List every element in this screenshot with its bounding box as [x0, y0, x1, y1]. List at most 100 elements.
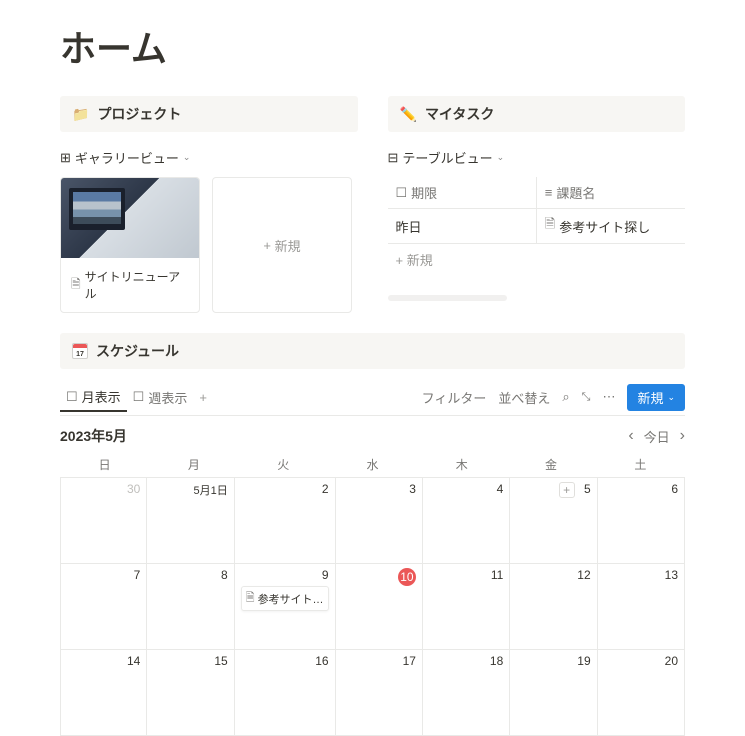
calendar-date: 7	[67, 568, 140, 582]
calendar-cell[interactable]: 7	[60, 564, 147, 650]
col-deadline[interactable]: 期限	[388, 177, 536, 208]
search-icon[interactable]	[562, 389, 569, 405]
weekday-label: 月	[149, 452, 238, 477]
tab-add[interactable]	[193, 386, 213, 409]
calendar-date: 10	[342, 568, 416, 586]
expand-icon[interactable]	[582, 391, 591, 404]
calendar-cell[interactable]: 18	[423, 650, 510, 736]
table-header-row: 期限 課題名	[388, 177, 686, 209]
scroll-indicator	[388, 295, 507, 301]
calendar-date: 14	[67, 654, 140, 668]
calendar-icon	[133, 389, 145, 405]
project-card[interactable]: サイトリニューアル	[60, 177, 200, 313]
table-icon	[388, 150, 399, 166]
calendar-cell[interactable]: 11	[423, 564, 510, 650]
folder-icon	[72, 106, 89, 123]
calendar-date: 5	[516, 482, 590, 496]
calendar-cell[interactable]: 4	[423, 478, 510, 564]
page-icon	[246, 589, 255, 608]
today-button[interactable]: 今日	[644, 427, 670, 446]
schedule-title: スケジュール	[96, 341, 179, 361]
add-event-button[interactable]: +	[559, 482, 575, 498]
calendar-icon	[396, 185, 408, 201]
gallery-view-label: ギャラリービュー	[75, 148, 179, 167]
calendar-date: 12	[516, 568, 590, 582]
list-icon	[545, 185, 553, 200]
chevron-down-icon: ⌄	[667, 392, 675, 403]
calendar-cell[interactable]: 10	[336, 564, 423, 650]
calendar-cell[interactable]: 8	[147, 564, 234, 650]
page-title: ホーム	[60, 20, 685, 72]
sort-button[interactable]: 並べ替え	[498, 388, 550, 407]
calendar-cell[interactable]: 30	[60, 478, 147, 564]
calendar-date: 15	[153, 654, 227, 668]
calendar-cell[interactable]: 19	[510, 650, 597, 736]
chevron-down-icon: ⌄	[183, 152, 191, 163]
weekday-label: 金	[506, 452, 595, 477]
weekday-label: 火	[239, 452, 328, 477]
calendar-date: 8	[153, 568, 227, 582]
table-row[interactable]: 昨日 参考サイト探し	[388, 209, 686, 244]
weekday-label: 木	[417, 452, 506, 477]
plus-icon	[199, 390, 207, 405]
calendar-cell[interactable]: 2	[235, 478, 336, 564]
cell-taskname[interactable]: 参考サイト探し	[536, 209, 685, 243]
calendar-date: 9	[241, 568, 329, 582]
weekday-label: 日	[60, 452, 149, 477]
plus-icon	[396, 253, 404, 268]
next-month[interactable]	[680, 427, 685, 445]
calendar-cell[interactable]: 16	[235, 650, 336, 736]
calendar-cell[interactable]: 20	[598, 650, 685, 736]
page-icon	[545, 215, 555, 237]
tasks-panel: マイタスク テーブルビュー ⌄ 期限	[388, 96, 686, 313]
calendar-date: 20	[604, 654, 678, 668]
schedule-header: スケジュール	[60, 333, 685, 369]
calendar-cell[interactable]: 6	[598, 478, 685, 564]
calendar-date: 18	[429, 654, 503, 668]
project-new-label: 新規	[275, 236, 301, 255]
calendar-cell[interactable]: 5+	[510, 478, 597, 564]
project-new-card[interactable]: 新規	[212, 177, 352, 313]
calendar-cell[interactable]: 15	[147, 650, 234, 736]
calendar-cell[interactable]: 12	[510, 564, 597, 650]
chevron-down-icon: ⌄	[497, 152, 505, 163]
calendar-event[interactable]: 参考サイト…	[241, 586, 329, 611]
tab-week[interactable]: 週表示	[127, 384, 194, 411]
calendar-cell[interactable]: 14	[60, 650, 147, 736]
gallery-icon	[60, 150, 71, 166]
calendar-date: 6	[604, 482, 678, 496]
tasks-title: マイタスク	[425, 104, 494, 124]
more-icon[interactable]	[602, 389, 615, 405]
weekday-label: 土	[596, 452, 685, 477]
calendar-cell[interactable]: 17	[336, 650, 423, 736]
calendar-date: 17	[342, 654, 416, 668]
projects-panel: プロジェクト ギャラリービュー ⌄ サイトリニューアル	[60, 96, 358, 313]
projects-title: プロジェクト	[97, 104, 181, 124]
table-view-tab[interactable]: テーブルビュー ⌄	[388, 148, 505, 167]
calendar-date: 4	[429, 482, 503, 496]
tab-month[interactable]: 月表示	[60, 383, 127, 412]
calendar-date: 11	[429, 568, 503, 582]
calendar-date: 2	[241, 482, 329, 496]
new-button[interactable]: 新規 ⌄	[627, 384, 685, 411]
col-taskname[interactable]: 課題名	[536, 177, 685, 208]
cell-deadline[interactable]: 昨日	[388, 209, 536, 243]
calendar-cell[interactable]: 5月1日	[147, 478, 234, 564]
plus-icon	[263, 238, 271, 253]
table-view-label: テーブルビュー	[402, 148, 492, 167]
filter-button[interactable]: フィルター	[422, 388, 487, 407]
calendar-date: 16	[241, 654, 329, 668]
calendar-17-icon	[72, 343, 88, 359]
table-new-row[interactable]: 新規	[388, 244, 686, 275]
tasks-header: マイタスク	[388, 96, 686, 132]
calendar-icon	[66, 389, 78, 405]
calendar-cell[interactable]: 9 参考サイト…	[235, 564, 336, 650]
calendar-month-label: 2023年5月	[60, 426, 127, 446]
prev-month[interactable]	[628, 427, 633, 445]
calendar-cell[interactable]: 13	[598, 564, 685, 650]
project-card-image	[61, 178, 199, 258]
calendar-date: 13	[604, 568, 678, 582]
calendar-date: 30	[67, 482, 140, 496]
gallery-view-tab[interactable]: ギャラリービュー ⌄	[60, 148, 190, 167]
calendar-cell[interactable]: 3	[336, 478, 423, 564]
